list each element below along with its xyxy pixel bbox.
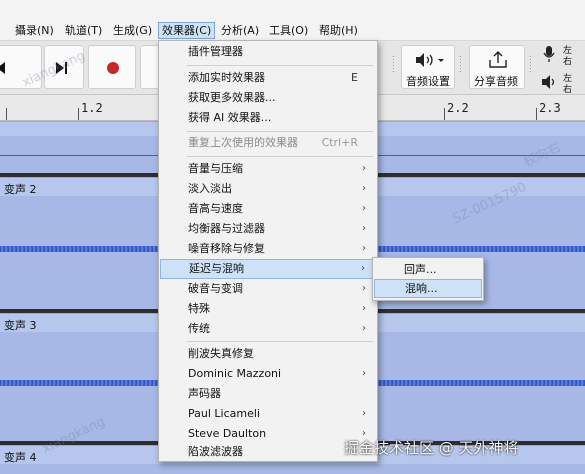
menu-item-label: 均衡器与过滤器 (188, 222, 265, 235)
chevron-right-icon: › (362, 283, 366, 294)
menu-item-fade[interactable]: 淡入淡出 › (160, 179, 376, 199)
track-name[interactable]: 变声 2 (4, 181, 37, 197)
chevron-right-icon: › (362, 243, 366, 254)
menu-item-label: 声码器 (188, 387, 221, 400)
menu-item-label: 获得 AI 效果器... (188, 111, 272, 124)
menu-item-label: 重复上次使用的效果器 (188, 136, 298, 149)
ruler-label-1: 1.2 (81, 101, 103, 115)
chevron-right-icon: › (362, 408, 366, 419)
chevron-right-icon: › (362, 163, 366, 174)
menu-item-pitch-tempo[interactable]: 音高与速度 › (160, 199, 376, 219)
share-audio-button[interactable]: 分享音频 (469, 45, 525, 89)
speaker-right-label: 右 (563, 85, 573, 95)
shortcut-label: E (351, 71, 358, 84)
menu-separator (187, 341, 373, 342)
microphone-icon (543, 46, 555, 62)
menu-item-delay-reverb[interactable]: 延迟与混响 › (160, 259, 376, 279)
menu-item-distortion[interactable]: 破音与变调 › (160, 279, 376, 299)
menu-item-label: 音高与速度 (188, 202, 243, 215)
menu-item-label: 传统 (188, 322, 210, 335)
loop-button[interactable] (140, 45, 160, 89)
menu-help[interactable]: 帮助(H) (316, 22, 361, 39)
ruler-label-3: 2.3 (539, 101, 561, 115)
menu-item-label: 获取更多效果器... (188, 91, 276, 104)
share-audio-label: 分享音频 (474, 75, 518, 88)
menu-separator (187, 65, 373, 66)
record-button[interactable] (88, 45, 136, 89)
effects-menu: 插件管理器 添加实时效果器 E 获取更多效果器... 获得 AI 效果器... 重… (158, 40, 378, 462)
menu-item-noise-removal[interactable]: 噪音移除与修复 › (160, 239, 376, 259)
menu-record[interactable]: 攝录(N) (12, 22, 57, 39)
menu-item-volume-compression[interactable]: 音量与压缩 › (160, 159, 376, 179)
submenu-item-reverb[interactable]: 混响... (374, 279, 482, 298)
menu-item-plugin-manager[interactable]: 插件管理器 (160, 42, 376, 62)
menu-item-clip-fix[interactable]: 削波失真修复 (160, 344, 376, 364)
menu-item-repeat-last: 重复上次使用的效果器 Ctrl+R (160, 133, 376, 153)
mic-right-label: 右 (563, 57, 573, 67)
delay-reverb-submenu: 回声... 混响... (372, 257, 484, 301)
audio-settings-label: 音频设置 (406, 75, 450, 88)
menu-bar: 攝录(N) 轨道(T) 生成(G) 效果器(C) 分析(A) 工具(O) 帮助(… (0, 19, 585, 41)
menu-item-label: Dominic Mazzoni (188, 367, 282, 380)
speaker-icon (416, 53, 444, 67)
toolbar-grip-2[interactable]: : : : (459, 54, 465, 79)
track-name[interactable]: 变声 3 (4, 317, 37, 333)
menu-effects[interactable]: 效果器(C) (158, 22, 216, 39)
menu-item-get-more[interactable]: 获取更多效果器... (160, 88, 376, 108)
playback-speaker-icon (542, 75, 555, 89)
menu-generate[interactable]: 生成(G) (110, 22, 155, 39)
menu-item-label: 陷波滤波器 (188, 445, 243, 458)
upload-icon (489, 51, 507, 68)
submenu-item-echo[interactable]: 回声... (374, 260, 482, 279)
ruler-tick (6, 108, 7, 120)
ruler-tick (78, 108, 79, 120)
toolbar-grip[interactable]: : : : (392, 54, 398, 79)
menu-item-label: 回声... (404, 263, 437, 276)
chevron-right-icon: › (362, 183, 366, 194)
menu-item-label: 淡入淡出 (188, 182, 232, 195)
audio-settings-button[interactable]: 音频设置 (401, 45, 455, 89)
ruler-label-2: 2.2 (447, 101, 469, 115)
menu-item-label: 破音与变调 (188, 282, 243, 295)
chevron-right-icon: › (361, 263, 365, 274)
menu-item-label: Paul Licameli (188, 407, 260, 420)
ruler-tick (536, 108, 537, 120)
menu-item-paul[interactable]: Paul Licameli › (160, 404, 376, 424)
menu-analyze[interactable]: 分析(A) (218, 22, 262, 39)
chevron-right-icon: › (362, 203, 366, 214)
record-icon (107, 62, 119, 74)
chevron-right-icon: › (362, 323, 366, 334)
menu-item-label: 特殊 (188, 302, 210, 315)
shortcut-label: Ctrl+R (321, 136, 358, 149)
menu-tracks[interactable]: 轨道(T) (62, 22, 105, 39)
menu-item-add-realtime[interactable]: 添加实时效果器 E (160, 68, 376, 88)
chevron-right-icon: › (362, 223, 366, 234)
menu-item-legacy[interactable]: 传统 › (160, 319, 376, 339)
menu-item-label: 插件管理器 (188, 45, 243, 58)
menu-separator (187, 156, 373, 157)
menu-item-label: 延迟与混响 (189, 262, 244, 275)
menu-item-label: 音量与压缩 (188, 162, 243, 175)
track-name[interactable]: 变声 4 (4, 449, 37, 465)
chevron-right-icon: › (362, 303, 366, 314)
title-strip (0, 0, 585, 19)
menu-item-dominic[interactable]: Dominic Mazzoni › (160, 364, 376, 384)
ruler-tick (444, 108, 445, 120)
menu-item-vocoder[interactable]: 声码器 (160, 384, 376, 404)
menu-item-eq-filters[interactable]: 均衡器与过滤器 › (160, 219, 376, 239)
menu-item-special[interactable]: 特殊 › (160, 299, 376, 319)
chevron-right-icon: › (362, 368, 366, 379)
menu-item-label: Steve Daulton (188, 427, 267, 440)
menu-item-label: 噪音移除与修复 (188, 242, 265, 255)
menu-tools[interactable]: 工具(O) (266, 22, 311, 39)
menu-separator (187, 131, 373, 132)
credit-watermark: 掘金技术社区 @ 天外神将 (344, 439, 519, 457)
toolbar-grip-3[interactable]: : : : (529, 54, 535, 79)
menu-item-label: 混响... (405, 282, 438, 295)
menu-item-label: 削波失真修复 (188, 347, 254, 360)
menu-item-label: 添加实时效果器 (188, 71, 265, 84)
menu-item-get-ai[interactable]: 获得 AI 效果器... (160, 108, 376, 128)
